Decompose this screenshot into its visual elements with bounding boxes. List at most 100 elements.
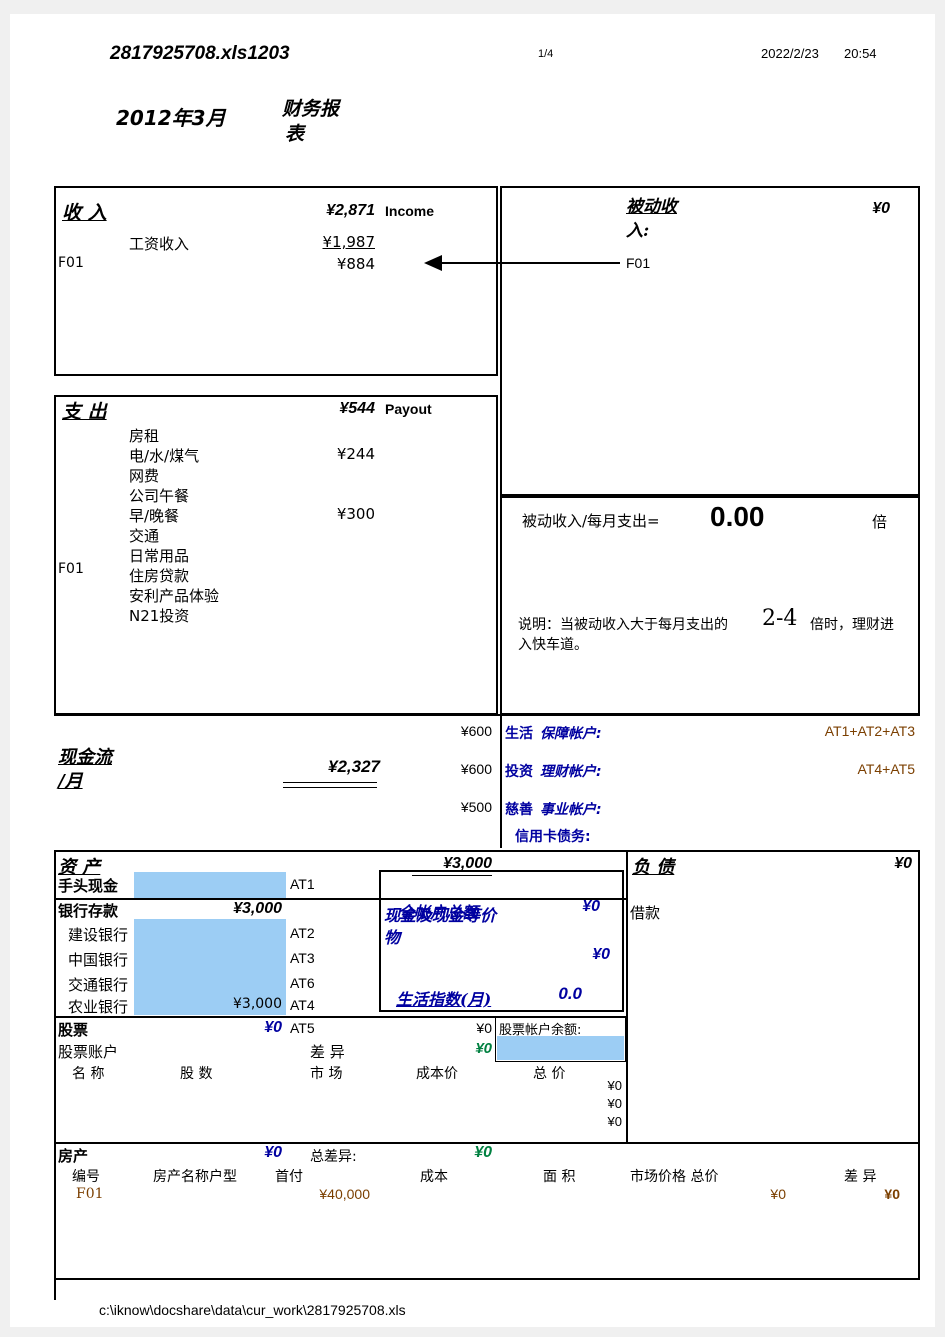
passive-income-total: ¥0 xyxy=(872,200,890,217)
payout-item-3-name: 公司午餐 xyxy=(129,487,190,505)
property-header-4: 面 积 xyxy=(543,1169,576,1185)
cash-equivalents-label-line2: 物 xyxy=(384,928,401,947)
property-header-2: 首付 xyxy=(275,1169,303,1185)
account-0-formula: AT1+AT2+AT3 xyxy=(824,723,915,739)
asset-bank-value: ¥3,000 xyxy=(233,900,282,917)
asset-bank-0-label: 建设银行 xyxy=(68,926,129,944)
ratio-note-prefix: 说明：当被动收入大于每月支出的 xyxy=(518,617,728,633)
income-label-en: Income xyxy=(385,203,435,219)
cash-input-cell[interactable] xyxy=(134,872,286,898)
stock-row-2-value: ¥0 xyxy=(607,1114,622,1129)
account-0-name-bold: 生活 xyxy=(505,726,533,742)
account-1-name-bold: 投资 xyxy=(505,764,533,780)
cashflow-label-line1: 现金流 xyxy=(58,747,112,768)
report-page: 2817925708.xls1203 1/4 2022/2/23 20:54 2… xyxy=(0,0,945,1337)
property-value: ¥0 xyxy=(264,1144,282,1161)
stock-header-0: 名 称 xyxy=(72,1066,105,1082)
asset-cash-label: 手头现金 xyxy=(58,877,119,895)
payout-item-1-amount: ¥244 xyxy=(336,445,375,463)
property-header-5: 市场价格 总价 xyxy=(630,1169,719,1185)
header-filename: 2817925708.xls1203 xyxy=(110,43,290,64)
asset-bank-1-code: AT3 xyxy=(290,950,315,966)
property-header-1: 房产名称户型 xyxy=(153,1169,237,1185)
footer-path: c:\iknow\docshare\data\cur_work\28179257… xyxy=(99,1302,406,1318)
account-2-amount: ¥500 xyxy=(460,799,492,815)
stock-balance-label: 股票帐户余额: xyxy=(499,1023,582,1038)
stock-row-1-value: ¥0 xyxy=(607,1096,622,1111)
payout-code: F01 xyxy=(58,561,84,577)
income-total: ¥2,871 xyxy=(326,202,375,219)
payout-item-6-name: 日常用品 xyxy=(129,547,190,565)
payout-item-4-amount: ¥300 xyxy=(336,505,375,523)
income-heading: 收 入 xyxy=(62,202,107,224)
ratio-note-suffix: 倍时，理财进 xyxy=(810,617,894,633)
payout-item-1-name: 电/水/煤气 xyxy=(129,447,200,465)
asset-stock-value: ¥0 xyxy=(264,1019,282,1036)
asset-bank-3-code: AT4 xyxy=(290,997,315,1013)
ratio-formula-label: 被动收入/每月支出= xyxy=(522,512,660,530)
payout-item-9-name: N21投资 xyxy=(129,607,190,625)
stock-row-0-value: ¥0 xyxy=(607,1078,622,1093)
report-title-line2: 表 xyxy=(285,123,305,145)
property-header-3: 成本 xyxy=(420,1169,448,1185)
ratio-note-line2: 入快车道。 xyxy=(518,637,588,653)
asset-stock-side-value: ¥0 xyxy=(476,1020,492,1036)
property-heading: 房产 xyxy=(58,1147,89,1165)
header-date: 2022/2/23 xyxy=(761,46,819,61)
ratio-note-value: 2-4 xyxy=(762,606,798,631)
cashflow-value: ¥2,327 xyxy=(328,757,380,776)
account-0-amount: ¥600 xyxy=(460,723,492,739)
payout-item-4-name: 早/晚餐 xyxy=(129,507,180,525)
asset-stock-code: AT5 xyxy=(290,1020,315,1036)
liabilities-heading: 负 债 xyxy=(632,857,675,878)
payout-item-0-name: 房租 xyxy=(129,427,160,445)
flow-arrow-head-icon xyxy=(424,255,442,271)
account-2-name-italic: 事业帐户: xyxy=(540,802,602,818)
passive-income-code: F01 xyxy=(626,255,651,271)
income-code: F01 xyxy=(58,255,84,271)
ratio-unit: 倍 xyxy=(872,513,888,531)
asset-bank-3-label: 农业银行 xyxy=(68,998,129,1016)
stock-account-label: 股票账户 xyxy=(58,1043,119,1061)
payout-heading: 支 出 xyxy=(62,401,107,423)
cashflow-label-line2: /月 xyxy=(58,771,83,792)
property-header-6: 差 异 xyxy=(844,1169,877,1185)
liabilities-item: 借款 xyxy=(630,904,661,922)
property-row-downpay: ¥40,000 xyxy=(319,1186,370,1202)
report-title-line1: 财务报 xyxy=(282,98,340,120)
payout-item-7-name: 住房贷款 xyxy=(129,567,190,585)
payout-box xyxy=(54,395,498,715)
assets-liabilities-divider xyxy=(626,850,628,1144)
asset-cash-code: AT1 xyxy=(290,876,315,892)
stock-header-4: 总 价 xyxy=(533,1066,566,1082)
account-1-amount: ¥600 xyxy=(460,761,492,777)
account-1-name-italic: 理财帐户: xyxy=(540,764,602,780)
passive-income-box xyxy=(500,186,920,496)
cashflow-double-underline xyxy=(283,782,377,788)
income-item-0-name: 工资收入 xyxy=(129,235,190,253)
account-0-name-italic: 保障帐户: xyxy=(540,726,602,742)
liabilities-total: ¥0 xyxy=(894,855,912,872)
stock-header-1: 股 数 xyxy=(180,1066,213,1082)
stock-header-3: 成本价 xyxy=(416,1066,458,1082)
account-3-name-bold: 信用卡债务: xyxy=(515,829,591,845)
asset-bank-3-value: ¥3,000 xyxy=(233,996,282,1012)
asset-bank-1-label: 中国银行 xyxy=(68,951,129,969)
payout-item-8-name: 安利产品体验 xyxy=(129,587,220,605)
summary-value-top: ¥0 xyxy=(582,898,600,915)
account-2-name-bold: 慈善 xyxy=(505,802,533,818)
property-diff-label: 总差异: xyxy=(310,1149,357,1165)
stock-header-2: 市 场 xyxy=(310,1066,343,1082)
payout-total: ¥544 xyxy=(339,400,375,417)
ratio-value: 0.00 xyxy=(710,501,765,532)
property-row-diff: ¥0 xyxy=(884,1186,900,1202)
payout-item-5-name: 交通 xyxy=(129,527,160,545)
asset-bank-2-label: 交通银行 xyxy=(68,976,129,994)
property-row-id: F01 xyxy=(76,1186,104,1202)
income-item-1-amount: ¥884 xyxy=(336,255,375,273)
header-page-indicator: 1/4 xyxy=(538,48,554,60)
property-diff-value: ¥0 xyxy=(474,1144,492,1161)
property-left-edge-extension xyxy=(54,1280,56,1300)
stock-diff-label: 差 异 xyxy=(310,1043,345,1061)
payout-label-en: Payout xyxy=(385,401,432,417)
